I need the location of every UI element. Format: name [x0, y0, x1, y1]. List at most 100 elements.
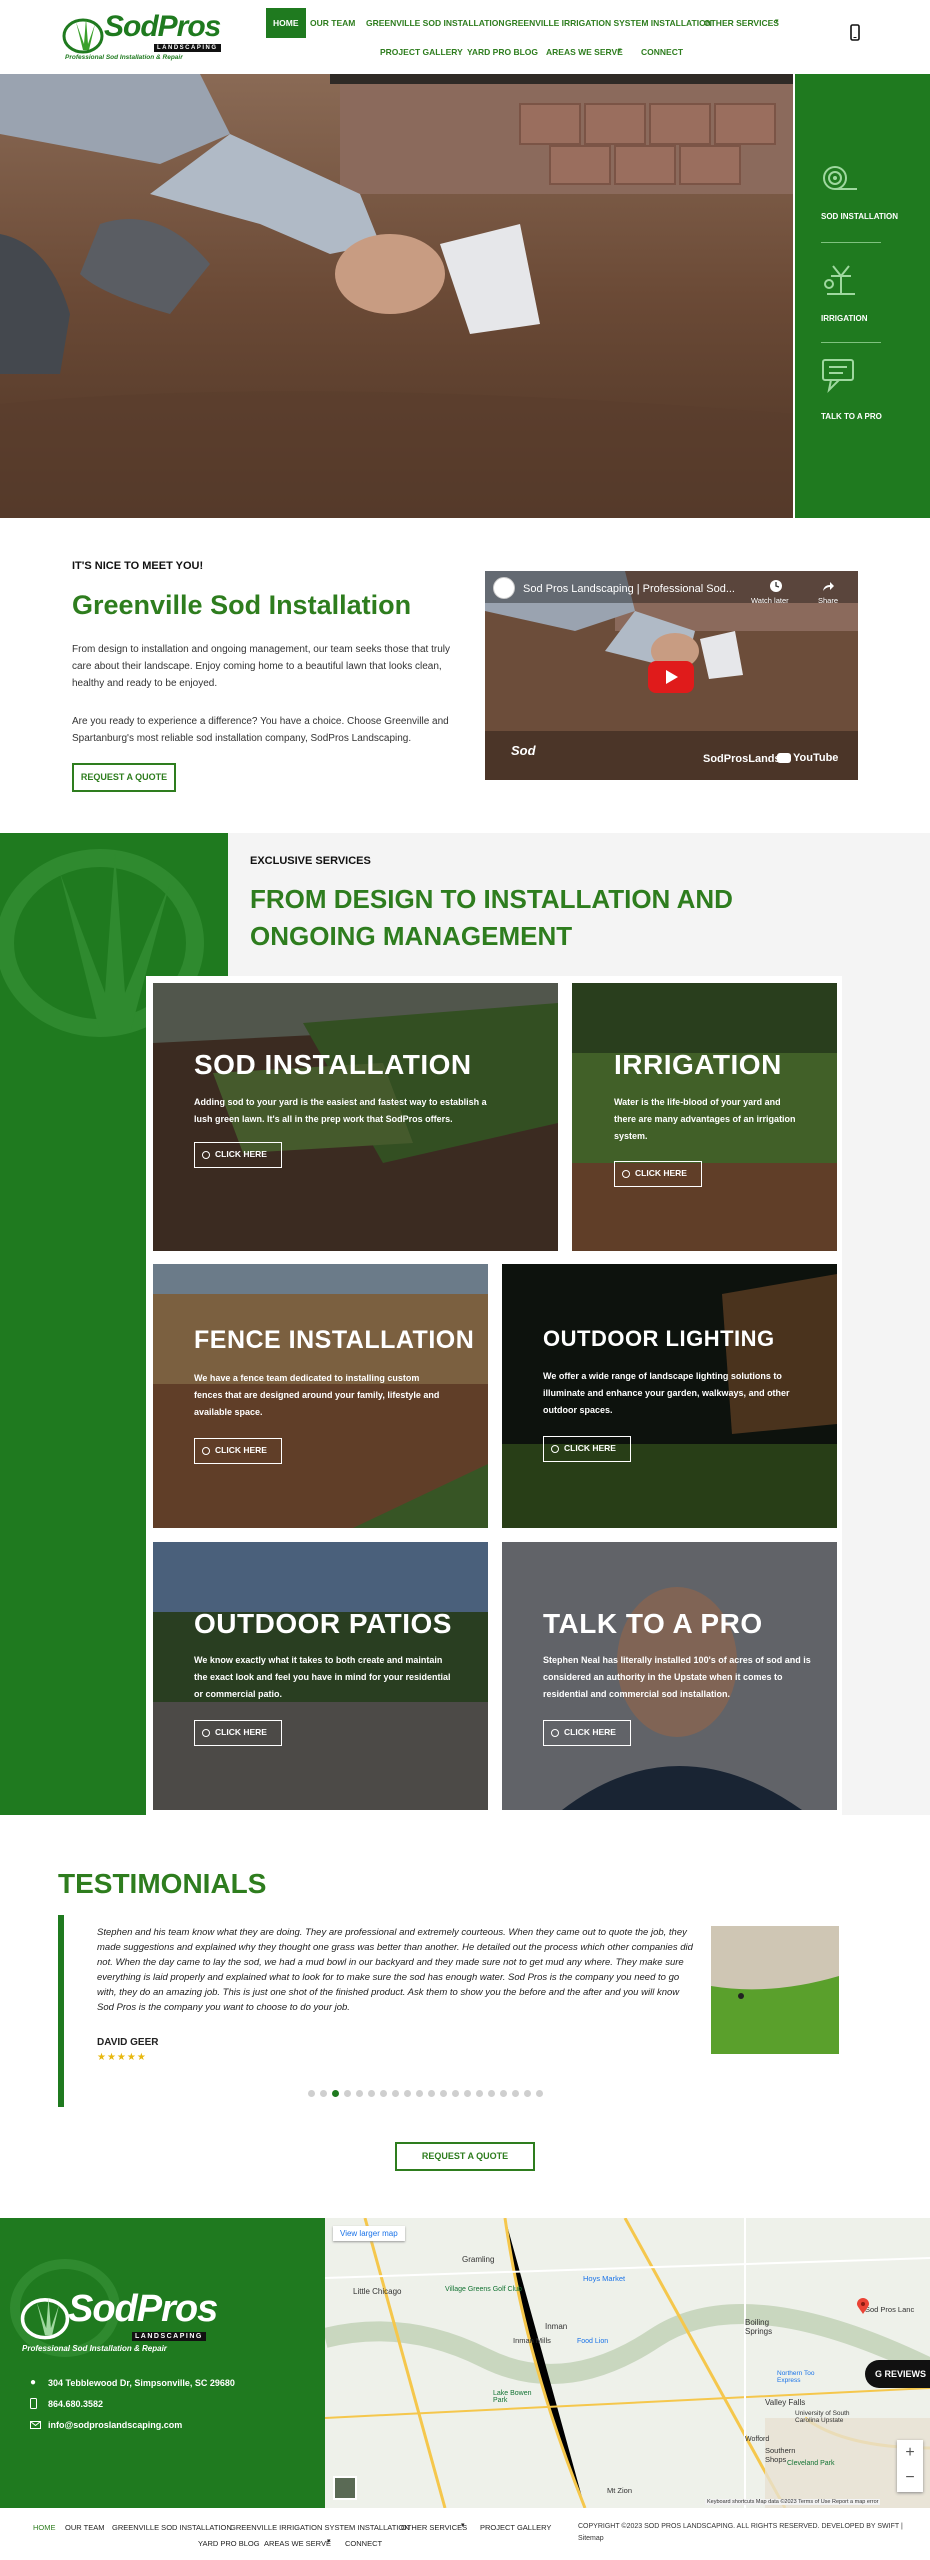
carousel-dot[interactable]: [320, 2090, 327, 2097]
video-title[interactable]: Sod Pros Landscaping | Professional Sod.…: [523, 583, 735, 595]
phone-icon[interactable]: [850, 24, 860, 41]
footer-nav-home[interactable]: HOME: [33, 2523, 56, 2532]
carousel-dot[interactable]: [416, 2090, 423, 2097]
arrow-circle-icon: [622, 1170, 630, 1178]
arrow-circle-icon: [202, 1729, 210, 1737]
nav-areas-we-serve[interactable]: AREAS WE SERVE: [546, 47, 623, 57]
map-pin-icon[interactable]: [857, 2298, 869, 2315]
share-icon[interactable]: [821, 579, 835, 593]
service-card-sod-installation[interactable]: SOD INSTALLATION Adding sod to your yard…: [153, 983, 558, 1251]
nav-our-team[interactable]: OUR TEAM: [310, 18, 355, 28]
chevron-down-icon: ▾: [775, 18, 779, 25]
carousel-dot[interactable]: [488, 2090, 495, 2097]
carousel-dot[interactable]: [344, 2090, 351, 2097]
footer-nav-project-gallery[interactable]: PROJECT GALLERY: [480, 2523, 551, 2532]
click-here-button[interactable]: CLICK HERE: [194, 1720, 282, 1746]
testimonial-stars: ★★★★★: [97, 2052, 147, 2063]
service-card-fence-installation[interactable]: FENCE INSTALLATION We have a fence team …: [153, 1264, 488, 1528]
reviews-badge[interactable]: G REVIEWS: [865, 2360, 930, 2388]
youtube-logo[interactable]: YouTube: [777, 752, 838, 764]
clock-icon[interactable]: [769, 579, 783, 593]
footer-nav-connect[interactable]: CONNECT: [345, 2539, 382, 2548]
footer-nav-other-services[interactable]: OTHER SERVICES: [401, 2523, 467, 2532]
carousel-dot[interactable]: [428, 2090, 435, 2097]
nav-connect[interactable]: CONNECT: [641, 47, 683, 57]
service-card-outdoor-lighting[interactable]: OUTDOOR LIGHTING We offer a wide range o…: [502, 1264, 837, 1528]
footer-nav-yard-pro-blog[interactable]: YARD PRO BLOG: [198, 2539, 260, 2548]
carousel-dot[interactable]: [536, 2090, 543, 2097]
services-title-line2: ONGOING MANAGEMENT: [250, 921, 573, 951]
button-label: CLICK HERE: [215, 1727, 267, 1737]
button-label: CLICK HERE: [564, 1443, 616, 1453]
copyright-text: COPYRIGHT ©2023 SOD PROS LANDSCAPING. AL…: [578, 2523, 903, 2530]
carousel-dot[interactable]: [524, 2090, 531, 2097]
site-logo[interactable]: SodPros LANDSCAPING Professional Sod Ins…: [62, 8, 221, 62]
zoom-in-button[interactable]: +: [897, 2440, 923, 2466]
nav-project-gallery[interactable]: PROJECT GALLERY: [380, 47, 463, 57]
service-card-irrigation[interactable]: IRRIGATION Water is the life-blood of yo…: [572, 983, 837, 1251]
map-place-label: University of South Carolina Upstate: [795, 2410, 850, 2424]
nav-yard-pro-blog[interactable]: YARD PRO BLOG: [467, 47, 538, 57]
carousel-dot[interactable]: [380, 2090, 387, 2097]
service-card-outdoor-patios[interactable]: OUTDOOR PATIOS We know exactly what it t…: [153, 1542, 488, 1810]
footer-nav-areas-we-serve[interactable]: AREAS WE SERVE: [264, 2539, 331, 2548]
nav-other-services[interactable]: OTHER SERVICES: [704, 18, 779, 28]
click-here-button[interactable]: CLICK HERE: [543, 1720, 631, 1746]
request-quote-button[interactable]: REQUEST A QUOTE: [395, 2142, 535, 2171]
side-link-sod-installation[interactable]: SOD INSTALLATION: [821, 212, 911, 221]
nav-sod-installation[interactable]: GREENVILLE SOD INSTALLATION: [366, 18, 505, 28]
nav-home[interactable]: HOME: [266, 8, 306, 38]
sitemap-link[interactable]: Sitemap: [578, 2535, 604, 2542]
map-place-label: Hoys Market: [583, 2274, 626, 2283]
logo-sub: LANDSCAPING: [154, 44, 221, 52]
service-card-talk-to-a-pro[interactable]: TALK TO A PRO Stephen Neal has literally…: [502, 1542, 837, 1810]
carousel-dot[interactable]: [512, 2090, 519, 2097]
footer-nav-our-team[interactable]: OUR TEAM: [65, 2523, 104, 2532]
carousel-dot[interactable]: [404, 2090, 411, 2097]
carousel-dot[interactable]: [368, 2090, 375, 2097]
zoom-out-button[interactable]: −: [897, 2466, 923, 2492]
carousel-dot[interactable]: [500, 2090, 507, 2097]
click-here-button[interactable]: CLICK HERE: [194, 1142, 282, 1168]
request-quote-button[interactable]: REQUEST A QUOTE: [72, 763, 176, 792]
share-label: Share: [818, 596, 839, 605]
map-place-label: Little Chicago: [353, 2287, 402, 2296]
carousel-dot[interactable]: [356, 2090, 363, 2097]
footer-email[interactable]: info@sodproslandscaping.com: [48, 2420, 182, 2430]
intro-eyebrow: IT'S NICE TO MEET YOU!: [72, 560, 204, 572]
carousel-dot[interactable]: [452, 2090, 459, 2097]
footer-logo[interactable]: SodPros LANDSCAPING Professional Sod Ins…: [20, 2288, 218, 2368]
map-place-label: Northern Too Express: [777, 2370, 815, 2384]
carousel-dot[interactable]: [308, 2090, 315, 2097]
logo-tagline: Professional Sod Installation & Repair: [22, 2344, 167, 2353]
youtube-video[interactable]: Sod Pros Landscaping | Professional Sod.…: [485, 571, 858, 780]
email-icon: [30, 2421, 41, 2429]
carousel-dot[interactable]: [476, 2090, 483, 2097]
carousel-dot[interactable]: [392, 2090, 399, 2097]
play-button[interactable]: [648, 661, 694, 693]
nav-irrigation[interactable]: GREENVILLE IRRIGATION SYSTEM INSTALLATIO…: [505, 18, 712, 28]
carousel-dot[interactable]: [332, 2090, 339, 2097]
logo-tagline: Professional Sod Installation & Repair: [65, 54, 183, 61]
map-thumbnail[interactable]: [333, 2476, 357, 2500]
map-place-label: Mt Zion: [607, 2486, 633, 2495]
footer-phone[interactable]: 864.680.3582: [48, 2399, 103, 2409]
divider: [821, 342, 881, 343]
map-place-label: Southern Shops: [765, 2446, 796, 2464]
card-title: OUTDOOR LIGHTING: [543, 1326, 775, 1351]
click-here-button[interactable]: CLICK HERE: [194, 1438, 282, 1464]
carousel-dot[interactable]: [440, 2090, 447, 2097]
testimonial-accent-bar: [58, 1915, 64, 2107]
footer-address: 304 Tebblewood Dr, Simpsonville, SC 2968…: [48, 2378, 235, 2388]
footer-nav-irrigation[interactable]: GREENVILLE IRRIGATION SYSTEM INSTALLATIO…: [230, 2523, 410, 2532]
channel-avatar[interactable]: [493, 577, 515, 599]
google-map[interactable]: View larger map Gramling Little Chicago …: [325, 2218, 930, 2508]
click-here-button[interactable]: CLICK HERE: [614, 1161, 702, 1187]
side-link-irrigation[interactable]: IRRIGATION: [821, 314, 911, 323]
click-here-button[interactable]: CLICK HERE: [543, 1436, 631, 1462]
footer-nav-sod-installation[interactable]: GREENVILLE SOD INSTALLATION: [112, 2523, 232, 2532]
carousel-dot[interactable]: [464, 2090, 471, 2097]
view-larger-map-link[interactable]: View larger map: [333, 2226, 405, 2241]
side-link-talk-to-a-pro[interactable]: TALK TO A PRO: [821, 412, 911, 421]
google-g-icon: G: [875, 2369, 883, 2379]
